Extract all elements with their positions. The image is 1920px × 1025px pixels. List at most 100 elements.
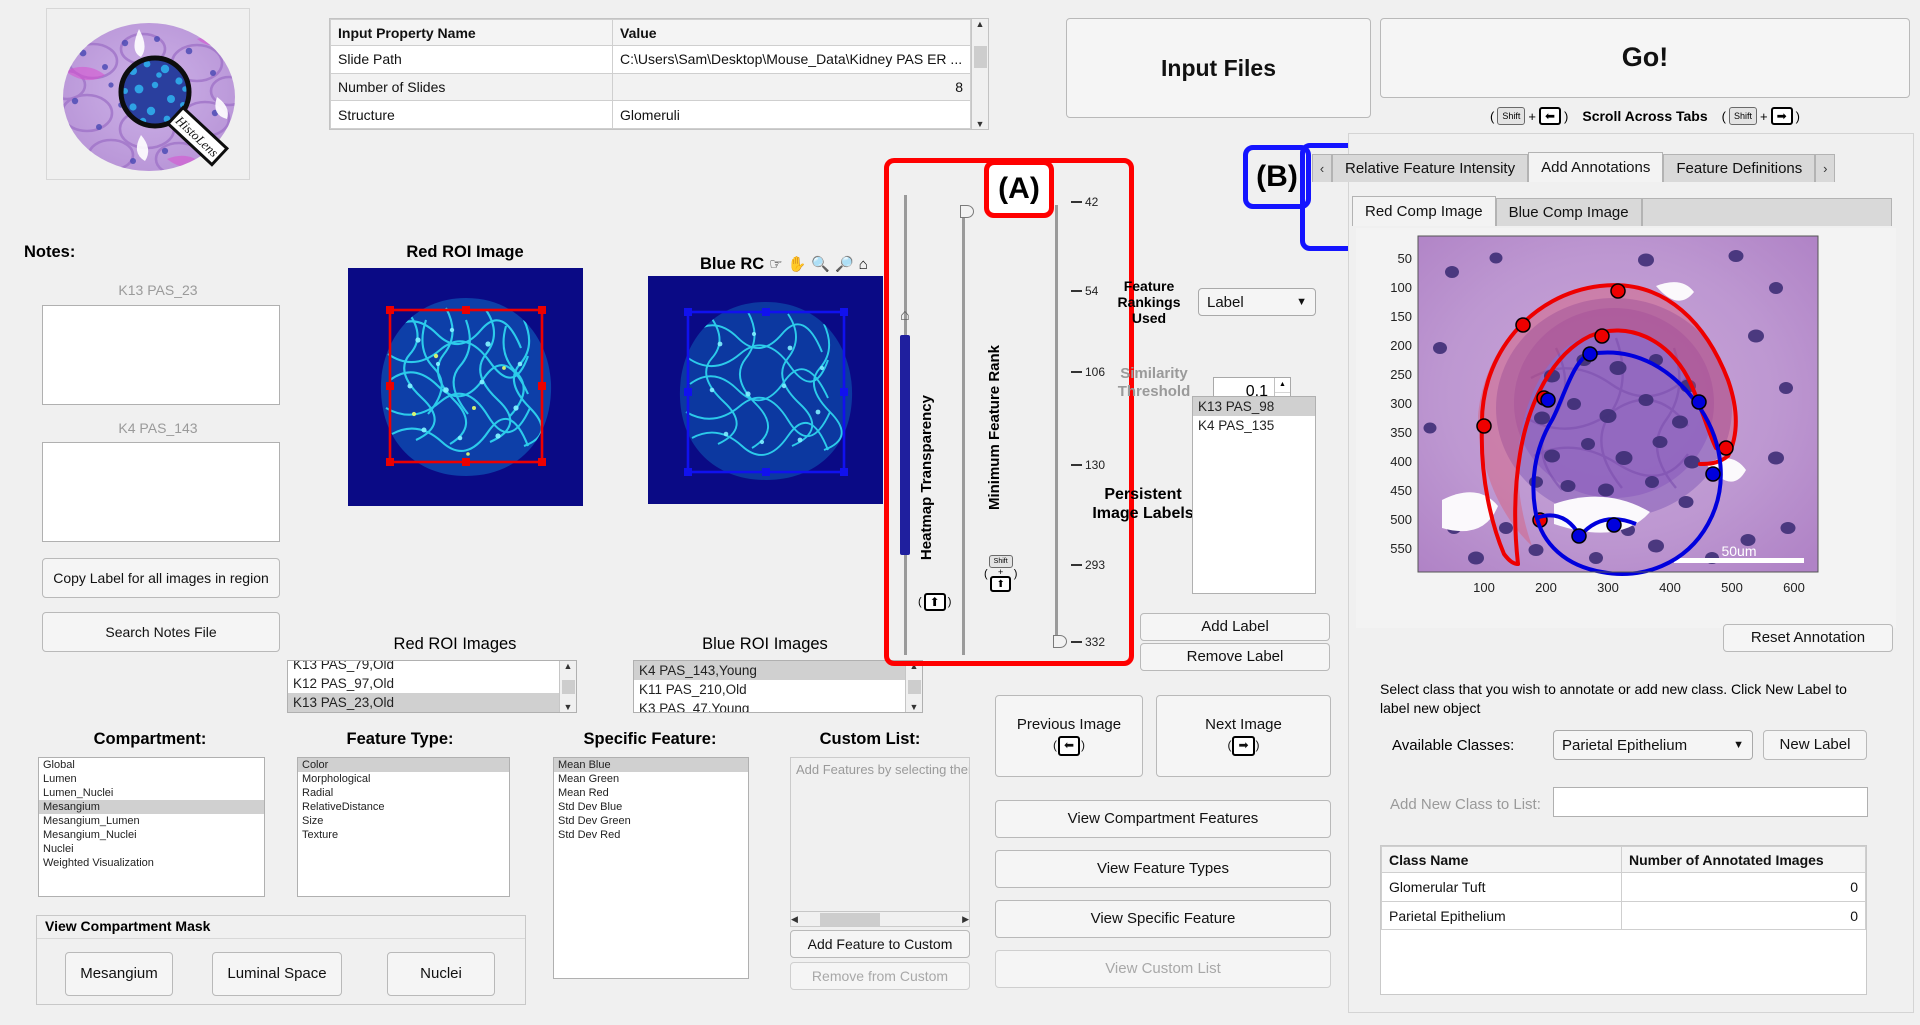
- table-row[interactable]: Parietal Epithelium 0: [1381, 900, 1866, 931]
- datacursor-icon[interactable]: ☞: [769, 255, 782, 273]
- feature-rankings-dropdown[interactable]: Label ▼: [1198, 288, 1316, 316]
- input-files-button[interactable]: Input Files: [1066, 18, 1371, 118]
- custom-list-hscrollbar[interactable]: ◀ ▶: [791, 911, 969, 926]
- reset-annotation-button[interactable]: Reset Annotation: [1723, 624, 1893, 652]
- blue-roi-listbox[interactable]: K4 PAS_143,Young K11 PAS_210,Old K3 PAS_…: [633, 660, 923, 713]
- blue-roi-scrollbar[interactable]: ▲ ▼: [905, 661, 922, 712]
- prop-value-slide-path[interactable]: C:\Users\Sam\Desktop\Mouse_Data\Kidney P…: [612, 45, 971, 74]
- subtab-blue-comp-image[interactable]: Blue Comp Image: [1495, 198, 1642, 226]
- list-item-radial[interactable]: Radial: [298, 786, 509, 800]
- tab-feature-definitions[interactable]: Feature Definitions: [1663, 154, 1816, 182]
- scroll-thumb[interactable]: [973, 46, 987, 68]
- go-button[interactable]: Go!: [1380, 18, 1910, 98]
- pan-icon[interactable]: ✋: [788, 255, 807, 273]
- scroll-thumb[interactable]: [561, 679, 575, 694]
- feature-type-listbox[interactable]: Color Morphological Radial RelativeDista…: [297, 757, 510, 897]
- add-label-button[interactable]: Add Label: [1140, 613, 1330, 641]
- table-row[interactable]: Number of Slides 8: [330, 72, 971, 102]
- remove-label-button[interactable]: Remove Label: [1140, 643, 1330, 671]
- scroll-left-icon[interactable]: ◀: [791, 914, 798, 925]
- view-custom-list-button[interactable]: View Custom List: [995, 950, 1331, 988]
- red-roi-listbox[interactable]: K13 PAS_79,Old K12 PAS_97,Old K13 PAS_23…: [287, 660, 577, 713]
- home-icon[interactable]: ⌂: [859, 256, 868, 273]
- list-item[interactable]: K11 PAS_210,Old: [634, 680, 905, 699]
- specific-feature-listbox[interactable]: Mean Blue Mean Green Mean Red Std Dev Bl…: [553, 757, 749, 979]
- persistent-image-labels-listbox[interactable]: K13 PAS_98 K4 PAS_135: [1192, 396, 1316, 594]
- note1-textarea[interactable]: [42, 305, 280, 405]
- red-roi-scrollbar[interactable]: ▲ ▼: [559, 661, 576, 712]
- list-item-morphological[interactable]: Morphological: [298, 772, 509, 786]
- list-item-weighted-visualization[interactable]: Weighted Visualization: [39, 856, 264, 870]
- next-image-button[interactable]: Next Image (➡): [1156, 695, 1331, 777]
- tab-scroll-right-icon[interactable]: ›: [1815, 154, 1836, 182]
- list-item-std-dev-green[interactable]: Std Dev Green: [554, 814, 748, 828]
- list-item-mesangium[interactable]: Mesangium: [39, 800, 264, 814]
- annotation-canvas[interactable]: 50um 50100150 200250300 350400450 500550…: [1356, 228, 1896, 628]
- slider-track[interactable]: [962, 205, 965, 655]
- list-item-mean-red[interactable]: Mean Red: [554, 786, 748, 800]
- list-item-mesangium-nuclei[interactable]: Mesangium_Nuclei: [39, 828, 264, 842]
- previous-image-button[interactable]: Previous Image (⬅): [995, 695, 1143, 777]
- tab-relative-feature-intensity[interactable]: Relative Feature Intensity: [1332, 154, 1529, 182]
- scroll-up-icon[interactable]: ▲: [976, 19, 985, 29]
- scroll-thumb[interactable]: [820, 912, 880, 926]
- copy-label-button[interactable]: Copy Label for all images in region: [42, 558, 280, 598]
- scroll-right-icon[interactable]: ▶: [962, 914, 969, 925]
- tab-add-annotations[interactable]: Add Annotations: [1528, 152, 1664, 182]
- minimum-feature-rank-slider[interactable]: Minimum Feature Rank ( Shift + ⬆ ): [948, 195, 1018, 655]
- table-row[interactable]: Glomerular Tuft 0: [1381, 872, 1866, 902]
- scroll-down-icon[interactable]: ▼: [564, 702, 573, 712]
- note2-textarea[interactable]: [42, 442, 280, 542]
- remove-from-custom-button[interactable]: Remove from Custom: [790, 962, 970, 990]
- scroll-thumb[interactable]: [907, 679, 921, 694]
- add-new-class-input[interactable]: [1553, 787, 1868, 817]
- zoom-out-icon[interactable]: 🔎: [835, 255, 854, 273]
- list-item[interactable]: K12 PAS_97,Old: [288, 674, 559, 693]
- list-item[interactable]: K4 PAS_135: [1193, 416, 1315, 435]
- blue-roi-image[interactable]: [648, 276, 883, 504]
- list-item[interactable]: K13 PAS_98: [1193, 397, 1315, 416]
- tab-scroll-left-icon[interactable]: ‹: [1312, 154, 1332, 182]
- list-item-color[interactable]: Color: [298, 758, 509, 772]
- list-item-mesangium-lumen[interactable]: Mesangium_Lumen: [39, 814, 264, 828]
- scroll-down-icon[interactable]: ▼: [910, 702, 919, 712]
- list-item-global[interactable]: Global: [39, 758, 264, 772]
- input-property-table[interactable]: Input Property Name Value Slide Path C:\…: [329, 18, 989, 130]
- list-item-lumen-nuclei[interactable]: Lumen_Nuclei: [39, 786, 264, 800]
- list-item[interactable]: K13 PAS_23,Old: [288, 693, 559, 712]
- available-classes-dropdown[interactable]: Parietal Epithelium ▼: [1553, 730, 1753, 760]
- list-item-std-dev-blue[interactable]: Std Dev Blue: [554, 800, 748, 814]
- input-table-scrollbar[interactable]: ▲ ▼: [971, 19, 988, 129]
- list-item-relativedistance[interactable]: RelativeDistance: [298, 800, 509, 814]
- feature-rank-value-slider[interactable]: 42 54 106 130 293 332: [1045, 195, 1145, 655]
- annotation-plot[interactable]: 50um 50 100 150 200 250 300 350 400 450 …: [1356, 228, 1896, 628]
- nuclei-mask-button[interactable]: Nuclei: [387, 952, 495, 996]
- luminal-space-mask-button[interactable]: Luminal Space: [212, 952, 342, 996]
- list-item[interactable]: K13 PAS_79,Old: [288, 661, 559, 674]
- list-item-texture[interactable]: Texture: [298, 828, 509, 842]
- list-item-std-dev-red[interactable]: Std Dev Red: [554, 828, 748, 842]
- view-specific-feature-button[interactable]: View Specific Feature: [995, 900, 1331, 938]
- zoom-in-icon[interactable]: 🔍: [811, 255, 830, 273]
- slider-track[interactable]: [1055, 205, 1058, 648]
- search-notes-file-button[interactable]: Search Notes File: [42, 612, 280, 652]
- list-item-nuclei[interactable]: Nuclei: [39, 842, 264, 856]
- view-compartment-features-button[interactable]: View Compartment Features: [995, 800, 1331, 838]
- list-item-mean-green[interactable]: Mean Green: [554, 772, 748, 786]
- red-roi-image[interactable]: [348, 268, 583, 506]
- scroll-up-icon[interactable]: ▲: [564, 661, 573, 671]
- list-item-lumen[interactable]: Lumen: [39, 772, 264, 786]
- spinner-up-icon[interactable]: ▲: [1275, 378, 1290, 393]
- mesangium-mask-button[interactable]: Mesangium: [65, 952, 173, 996]
- list-item[interactable]: K3 PAS_47,Young: [634, 699, 905, 712]
- new-label-button[interactable]: New Label: [1763, 730, 1867, 760]
- list-item-size[interactable]: Size: [298, 814, 509, 828]
- view-feature-types-button[interactable]: View Feature Types: [995, 850, 1331, 888]
- table-row[interactable]: Structure Glomeruli: [330, 100, 971, 129]
- list-item[interactable]: K4 PAS_143,Young: [634, 661, 905, 680]
- prop-value-number-of-slides[interactable]: 8: [612, 72, 971, 102]
- prop-value-structure[interactable]: Glomeruli: [612, 100, 971, 129]
- scroll-down-icon[interactable]: ▼: [976, 119, 985, 129]
- table-row[interactable]: Slide Path C:\Users\Sam\Desktop\Mouse_Da…: [330, 45, 971, 74]
- home-icon[interactable]: ⌂: [900, 307, 910, 325]
